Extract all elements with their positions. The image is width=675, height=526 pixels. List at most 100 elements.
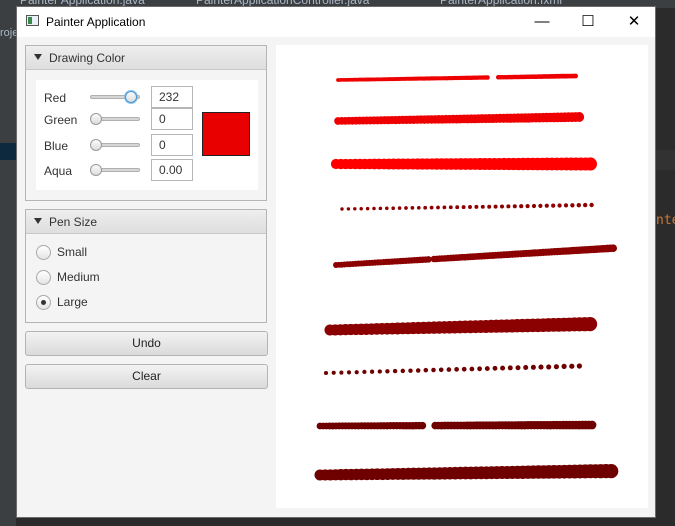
stroke-point xyxy=(365,206,370,211)
stroke-point xyxy=(415,368,421,373)
ide-editor xyxy=(656,8,675,526)
stroke-point xyxy=(385,369,390,374)
stroke-point xyxy=(604,463,619,479)
stroke-point xyxy=(454,367,459,372)
stroke-point xyxy=(487,204,492,209)
green-value-field[interactable]: 0 xyxy=(151,108,193,130)
aqua-slider-thumb[interactable] xyxy=(90,164,102,176)
stroke-point xyxy=(506,204,511,209)
stroke-point xyxy=(385,206,389,211)
stroke-point xyxy=(525,204,530,209)
stroke-point xyxy=(461,205,466,210)
stroke-point xyxy=(408,368,413,373)
stroke-point xyxy=(553,364,559,370)
red-slider-thumb[interactable] xyxy=(124,91,137,103)
stroke-point xyxy=(362,369,367,375)
stroke-point xyxy=(331,370,336,375)
stroke-point xyxy=(531,203,537,209)
pen-size-title: Pen Size xyxy=(49,215,98,229)
green-label: Green xyxy=(44,113,78,127)
green-slider-thumb[interactable] xyxy=(90,113,102,125)
close-button[interactable]: ✕ xyxy=(611,7,657,37)
stroke-point xyxy=(378,206,383,211)
stroke-point xyxy=(546,364,552,370)
ide-selected-row xyxy=(0,143,16,160)
stroke-point xyxy=(587,420,597,430)
stroke-point xyxy=(493,204,498,209)
drawing-canvas[interactable] xyxy=(276,45,648,508)
ide-editor-highlight xyxy=(656,150,675,170)
title-bar[interactable]: Painter Application — ☐ ✕ xyxy=(17,7,655,37)
stroke-point xyxy=(484,366,490,372)
stroke-point xyxy=(570,203,575,208)
stroke-point xyxy=(477,366,482,372)
stroke-point xyxy=(359,206,363,211)
pen-size-header[interactable]: Pen Size xyxy=(26,210,266,234)
stroke-point xyxy=(469,366,475,372)
stroke-point xyxy=(515,365,521,371)
stroke-point xyxy=(423,367,429,373)
stroke-point xyxy=(551,203,556,208)
radio-button[interactable] xyxy=(36,270,51,285)
pen-size-large-label: Large xyxy=(57,295,88,309)
stroke-point xyxy=(538,203,543,208)
aqua-label: Aqua xyxy=(44,164,73,178)
stroke-point xyxy=(557,203,562,208)
minimize-button[interactable]: — xyxy=(519,7,565,37)
radio-button[interactable] xyxy=(36,245,51,260)
stroke-point xyxy=(418,421,427,430)
drawing-color-header[interactable]: Drawing Color xyxy=(26,46,266,70)
stroke-point xyxy=(391,206,395,210)
stroke-point xyxy=(392,368,398,374)
blue-label: Blue xyxy=(44,139,69,153)
stroke-point xyxy=(377,369,382,374)
pen-size-medium-label: Medium xyxy=(57,270,100,284)
maximize-button[interactable]: ☐ xyxy=(565,7,611,37)
stroke-point xyxy=(499,204,505,209)
stroke-point xyxy=(431,367,436,373)
red-label: Red xyxy=(44,91,67,105)
stroke-point xyxy=(569,363,575,369)
ide-project-panel xyxy=(0,8,16,526)
drawing-color-pane: Drawing Color Red 232 Green 0 Blue 0 Aqu… xyxy=(25,45,267,201)
red-value-field[interactable]: 232 xyxy=(151,86,193,108)
stroke-point xyxy=(512,204,517,209)
stroke-point xyxy=(323,370,329,376)
color-swatch xyxy=(202,112,250,156)
aqua-value-field[interactable]: 0.00 xyxy=(151,159,193,181)
stroke-point xyxy=(448,205,453,210)
stroke-point xyxy=(436,205,440,210)
stroke-point xyxy=(485,75,490,80)
stroke-point xyxy=(576,203,581,208)
stroke-point xyxy=(339,370,344,375)
stroke-point xyxy=(500,365,506,371)
stroke-point xyxy=(340,207,344,211)
stroke-point xyxy=(561,363,567,369)
stroke-point xyxy=(507,365,513,371)
stroke-point xyxy=(346,207,351,211)
stroke-point xyxy=(369,369,375,374)
stroke-point xyxy=(425,256,432,263)
stroke-point xyxy=(446,367,452,372)
stroke-point xyxy=(609,244,618,253)
window-title: Painter Application xyxy=(46,15,146,29)
controls-pane: Drawing Color Red 232 Green 0 Blue 0 Aqu… xyxy=(17,37,275,517)
stroke-point xyxy=(400,368,406,374)
blue-slider-thumb[interactable] xyxy=(90,139,102,151)
undo-button[interactable]: Undo xyxy=(25,331,268,356)
stroke-point xyxy=(438,367,444,373)
app-icon xyxy=(26,15,39,26)
collapse-arrow-icon xyxy=(34,218,42,224)
collapse-arrow-icon xyxy=(34,54,42,60)
stroke-point xyxy=(519,204,524,209)
stroke-point xyxy=(480,204,485,209)
clear-button[interactable]: Clear xyxy=(25,364,268,389)
blue-value-field[interactable]: 0 xyxy=(151,134,193,156)
stroke-point xyxy=(474,204,479,209)
radio-button[interactable] xyxy=(36,295,51,310)
stroke-point xyxy=(429,205,434,210)
stroke-point xyxy=(404,206,408,210)
stroke-point xyxy=(523,364,529,371)
pen-size-small-label: Small xyxy=(57,245,88,259)
stroke-point xyxy=(468,205,472,209)
